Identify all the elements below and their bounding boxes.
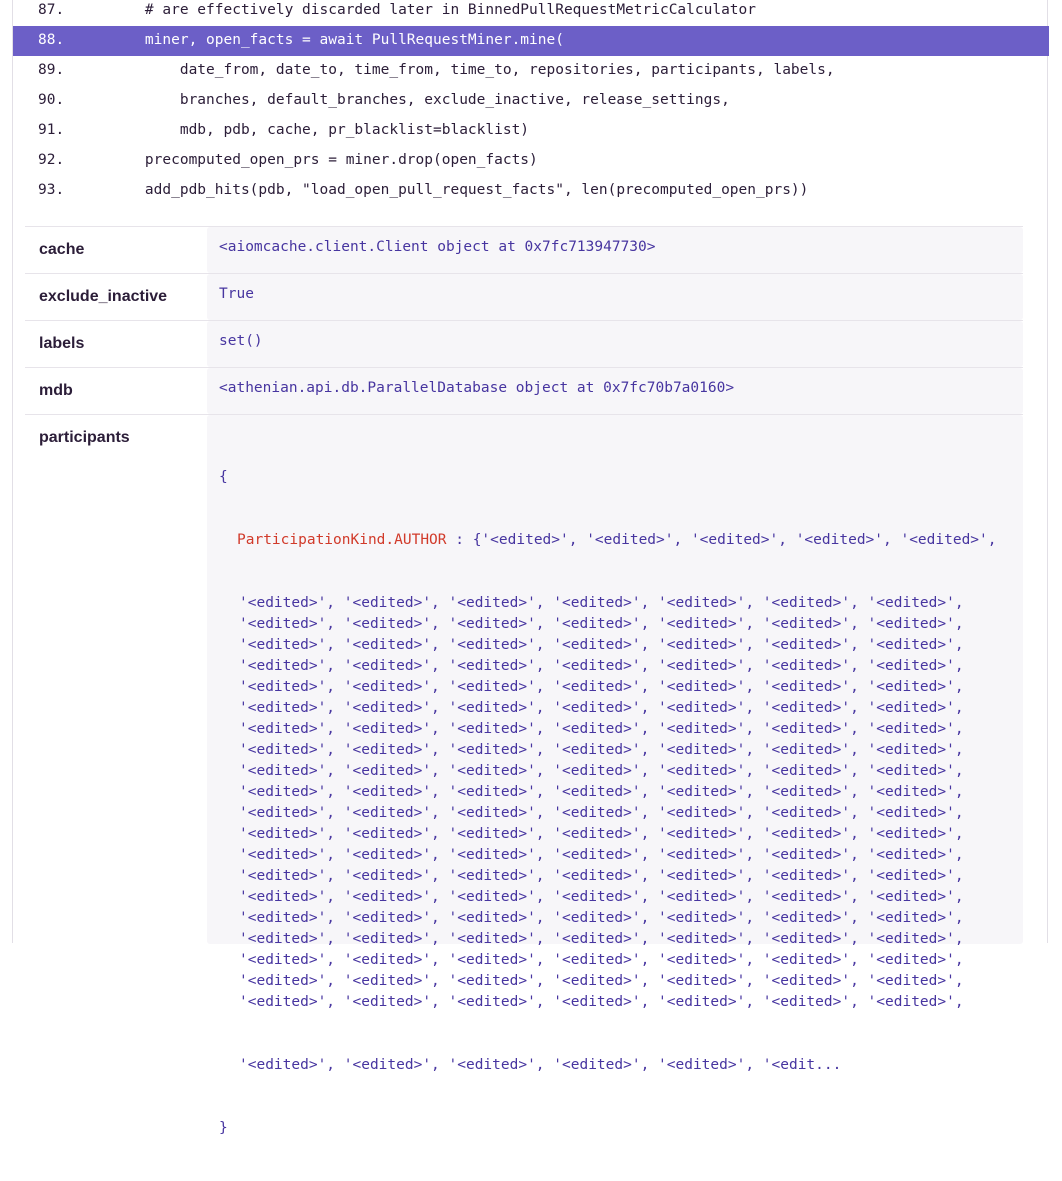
dict-value-line: '<edited>', '<edited>', '<edited>', '<ed… [239, 973, 964, 989]
variable-value[interactable]: <athenian.api.db.ParallelDatabase object… [207, 368, 1023, 414]
variable-value[interactable]: { ParticipationKind.AUTHOR : {'<edited>'… [207, 415, 1023, 1136]
dict-value-line: '<edited>', '<edited>', '<edited>', '<ed… [239, 637, 964, 653]
code-line-88-active[interactable]: 88. miner, open_facts = await PullReques… [13, 26, 1049, 56]
dict-entry-author: ParticipationKind.AUTHOR : {'<edited>', … [219, 530, 1011, 551]
variable-name: cache [39, 241, 85, 258]
code-line-93[interactable]: 93. add_pdb_hits(pdb, "load_open_pull_re… [13, 176, 1049, 206]
line-number: 89. [38, 62, 65, 78]
line-source: add_pdb_hits(pdb, "load_open_pull_reques… [110, 182, 809, 198]
dict-value-line: '<edited>', '<edited>', '<edited>', '<ed… [239, 721, 964, 737]
dict-value-line: '<edited>', '<edited>', '<edited>', '<ed… [239, 994, 964, 1010]
line-number: 90. [38, 92, 65, 108]
line-source: mdb, pdb, cache, pr_blacklist=blacklist) [110, 122, 530, 138]
dict-value-line: '<edited>', '<edited>', '<edited>', '<ed… [239, 616, 964, 632]
variable-row-mdb: mdb <athenian.api.db.ParallelDatabase ob… [25, 367, 1023, 414]
variable-name: mdb [39, 382, 73, 399]
dict-value-line: '<edited>', '<edited>', '<edited>', '<ed… [239, 931, 964, 947]
dict-value-line: '<edited>', '<edited>', '<edited>', '<ed… [239, 679, 964, 695]
dict-value-line: '<edited>', '<edited>', '<edited>', '<ed… [239, 700, 964, 716]
dict-value-line: '<edited>', '<edited>', '<edited>', '<ed… [239, 889, 964, 905]
dict-value-lines: '<edited>', '<edited>', '<edited>', '<ed… [219, 593, 1011, 1013]
variable-value[interactable]: set() [207, 321, 1023, 367]
dict-open-brace: { [219, 469, 228, 485]
dict-value-last: '<edited>', '<edited>', '<edited>', '<ed… [239, 1057, 842, 1073]
dict-value-line: '<edited>', '<edited>', '<edited>', '<ed… [239, 910, 964, 926]
dict-value-line: '<edited>', '<edited>', '<edited>', '<ed… [239, 847, 964, 863]
dict-value-line: '<edited>', '<edited>', '<edited>', '<ed… [239, 763, 964, 779]
dict-value-line: '<edited>', '<edited>', '<edited>', '<ed… [239, 826, 964, 842]
variable-name: labels [39, 335, 85, 352]
dict-value-line: '<edited>', '<edited>', '<edited>', '<ed… [239, 742, 964, 758]
code-line-91[interactable]: 91. mdb, pdb, cache, pr_blacklist=blackl… [13, 116, 1049, 146]
dict-value-line: '<edited>', '<edited>', '<edited>', '<ed… [239, 658, 964, 674]
code-line-89[interactable]: 89. date_from, date_to, time_from, time_… [13, 56, 1049, 86]
variable-row-participants: participants { ParticipationKind.AUTHOR … [25, 414, 1023, 1136]
line-source: branches, default_branches, exclude_inac… [110, 92, 730, 108]
dict-value-line: '<edited>', '<edited>', '<edited>', '<ed… [239, 805, 964, 821]
variable-row-labels: labels set() [25, 320, 1023, 367]
dict-value-line: '<edited>', '<edited>', '<edited>', '<ed… [239, 784, 964, 800]
code-context: 87. # are effectively discarded later in… [13, 0, 1049, 206]
dict-key: ParticipationKind.AUTHOR [237, 532, 447, 548]
stack-frame: 87. # are effectively discarded later in… [12, 0, 1049, 1136]
line-source: precomputed_open_prs = miner.drop(open_f… [110, 152, 538, 168]
variable-value[interactable]: True [207, 274, 1023, 320]
dict-value-line: '<edited>', '<edited>', '<edited>', '<ed… [239, 595, 964, 611]
line-number: 92. [38, 152, 65, 168]
dict-value-start: : {'<edited>', '<edited>', '<edited>', '… [446, 532, 997, 548]
variable-name: exclude_inactive [39, 288, 168, 305]
variable-row-exclude-inactive: exclude_inactive True [25, 273, 1023, 320]
line-number: 91. [38, 122, 65, 138]
line-number: 93. [38, 182, 65, 198]
line-source: # are effectively discarded later in Bin… [110, 2, 757, 18]
line-number: 88. [38, 32, 65, 48]
dict-value-line: '<edited>', '<edited>', '<edited>', '<ed… [239, 868, 964, 884]
line-source: miner, open_facts = await PullRequestMin… [110, 32, 564, 48]
line-source: date_from, date_to, time_from, time_to, … [110, 62, 835, 78]
code-line-90[interactable]: 90. branches, default_branches, exclude_… [13, 86, 1049, 116]
line-number: 87. [38, 2, 65, 18]
variable-value[interactable]: <aiomcache.client.Client object at 0x7fc… [207, 227, 1023, 273]
dict-value-line: '<edited>', '<edited>', '<edited>', '<ed… [239, 952, 964, 968]
variable-name: participants [39, 429, 130, 446]
dict-close-brace: } [219, 1120, 228, 1136]
variable-row-cache: cache <aiomcache.client.Client object at… [25, 226, 1023, 273]
code-line-92[interactable]: 92. precomputed_open_prs = miner.drop(op… [13, 146, 1049, 176]
code-line-87[interactable]: 87. # are effectively discarded later in… [13, 0, 1049, 26]
